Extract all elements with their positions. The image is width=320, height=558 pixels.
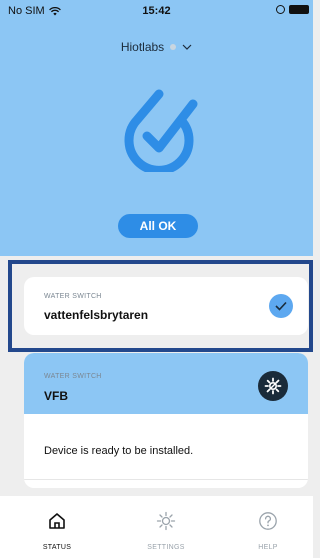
status-dot-icon [170,44,177,50]
tab-settings[interactable]: SETTINGS [136,511,196,551]
battery-icon [289,5,309,14]
device-card[interactable]: WATER SWITCH VFB Device is ready to be i… [24,353,308,488]
tab-label: STATUS [42,544,72,551]
tab-status[interactable]: STATUS [27,511,87,551]
orientation-lock-icon [276,5,285,14]
tab-bar: STATUS SETTINGS HELP [0,496,313,558]
device-card[interactable]: WATER SWITCH vattenfelsbrytaren [24,277,308,335]
home-icon [49,513,65,529]
clock: 15:42 [142,5,171,17]
device-message: Device is ready to be installed. [44,445,194,457]
tab-help[interactable]: HELP [238,511,298,551]
device-type-label: WATER SWITCH [44,293,102,300]
chevron-down-icon [182,44,192,50]
status-button[interactable]: All OK [118,214,198,238]
help-icon [259,512,277,530]
account-selector[interactable]: Hiotlabs [0,40,313,54]
account-name: Hiotlabs [120,40,165,54]
gear-icon[interactable] [258,371,288,401]
device-name: vattenfelsbrytaren [44,308,149,322]
tab-label: SETTINGS [147,544,185,551]
device-name: VFB [44,389,68,403]
status-bar: No SIM 15:42 [0,0,313,22]
water-drop-check-icon [124,89,198,172]
tab-label: HELP [258,544,278,551]
divider [24,479,308,480]
gear-icon [156,511,176,531]
device-type-label: WATER SWITCH [44,373,102,380]
check-icon[interactable] [269,294,293,318]
